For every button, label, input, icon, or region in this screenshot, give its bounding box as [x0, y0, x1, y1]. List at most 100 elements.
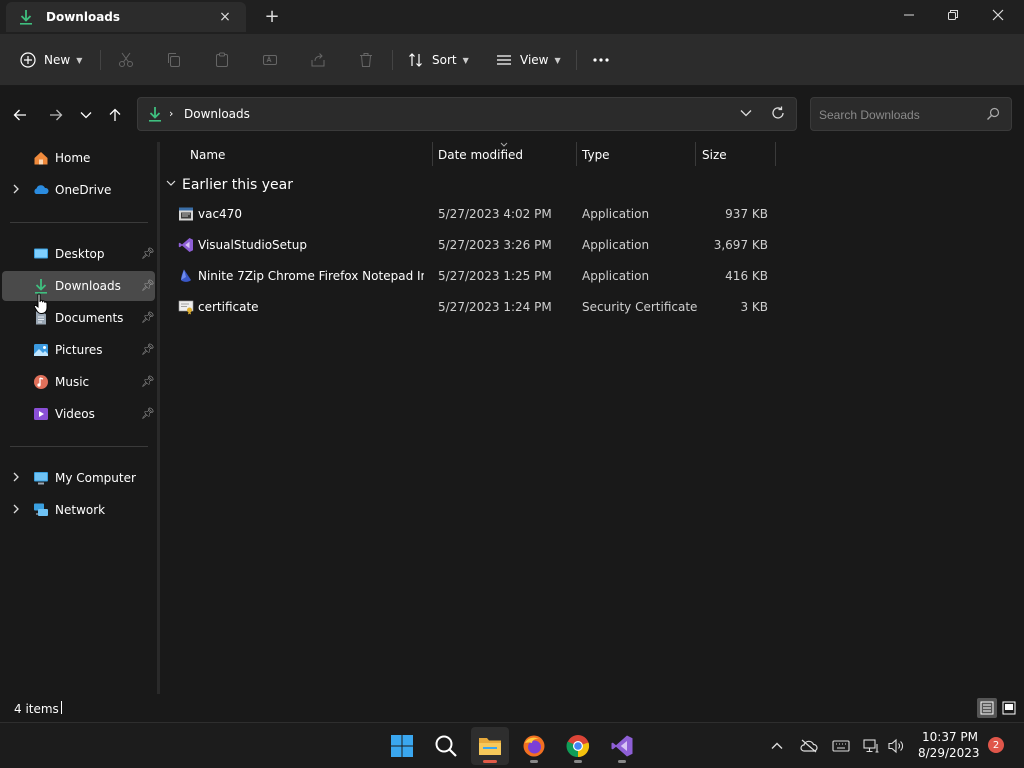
- sidebar-item-downloads[interactable]: Downloads 📌︎: [2, 271, 155, 301]
- sidebar-item-desktop[interactable]: Desktop 📌︎: [2, 239, 155, 269]
- share-button[interactable]: [306, 48, 330, 72]
- chevron-right-icon[interactable]: [12, 472, 20, 485]
- forward-button[interactable]: [45, 104, 67, 126]
- start-button[interactable]: [383, 727, 421, 765]
- sort-label: Sort: [432, 53, 457, 67]
- new-tab-button[interactable]: +: [262, 6, 282, 27]
- sidebar-item-pictures[interactable]: Pictures 📌︎: [2, 335, 155, 365]
- column-header-name[interactable]: Name: [160, 142, 432, 168]
- copy-icon: [168, 53, 180, 67]
- column-header-type[interactable]: Type: [576, 142, 695, 168]
- column-header-label: Date modified: [438, 148, 524, 162]
- back-button[interactable]: [9, 104, 31, 126]
- videos-icon: [33, 406, 49, 422]
- minimize-button[interactable]: [894, 4, 924, 26]
- sidebar-item-network[interactable]: Network: [2, 495, 155, 525]
- file-type: Application: [582, 238, 650, 252]
- column-header-size[interactable]: Size: [695, 142, 775, 168]
- breadcrumb-downloads[interactable]: Downloads: [184, 107, 250, 121]
- file-date: 5/27/2023 4:02 PM: [438, 207, 552, 221]
- column-divider[interactable]: [775, 142, 776, 166]
- file-row[interactable]: VisualStudioSetup 5/27/2023 3:26 PM Appl…: [160, 230, 780, 261]
- volume-tray-button[interactable]: [885, 735, 907, 757]
- search-box[interactable]: [810, 97, 1012, 131]
- pin-icon[interactable]: 📌︎: [141, 247, 155, 260]
- hand-cursor-icon: [33, 293, 48, 314]
- command-bar: New ▼ Sort ▼ View ▼: [0, 34, 1024, 86]
- firefox-icon: [523, 735, 545, 757]
- sidebar-item-videos[interactable]: Videos 📌︎: [2, 399, 155, 429]
- new-button[interactable]: New ▼: [20, 46, 82, 74]
- onedrive-tray-button[interactable]: [798, 735, 820, 757]
- details-view-button[interactable]: [977, 698, 997, 718]
- cloud-offline-icon: [800, 739, 818, 753]
- file-name: Ninite 7Zip Chrome Firefox Notepad Inst.…: [198, 269, 424, 283]
- search-input[interactable]: [819, 106, 979, 124]
- restore-icon: [948, 10, 958, 20]
- computer-icon: [33, 470, 49, 486]
- sidebar-item-music[interactable]: Music 📌︎: [2, 367, 155, 397]
- speaker-icon: [888, 738, 903, 754]
- copy-button[interactable]: [162, 48, 186, 72]
- share-icon: [311, 53, 325, 67]
- sidebar-item-onedrive[interactable]: OneDrive: [2, 175, 155, 205]
- clock-date: 8/29/2023: [918, 746, 980, 760]
- taskbar-search-button[interactable]: [427, 727, 465, 765]
- separator: [576, 50, 577, 70]
- sidebar-item-documents[interactable]: Documents 📌︎: [2, 303, 155, 333]
- paste-button[interactable]: [210, 48, 234, 72]
- clock[interactable]: 10:37 PM 8/29/2023: [918, 729, 980, 761]
- group-header[interactable]: Earlier this year: [166, 177, 293, 193]
- chevron-right-icon[interactable]: [12, 184, 20, 197]
- chevron-right-icon[interactable]: [12, 504, 20, 517]
- view-button[interactable]: View ▼: [496, 46, 561, 74]
- taskbar-firefox[interactable]: [515, 727, 553, 765]
- column-header-date-modified[interactable]: Date modified: [432, 142, 576, 168]
- close-window-button[interactable]: [983, 4, 1013, 26]
- cut-button[interactable]: [114, 48, 138, 72]
- tab-close-button[interactable]: ×: [216, 8, 234, 26]
- taskbar: 10:37 PM 8/29/2023 2: [0, 722, 1024, 768]
- up-button[interactable]: [104, 104, 126, 126]
- tiles-view-button[interactable]: [999, 698, 1019, 718]
- sidebar-item-my-computer[interactable]: My Computer: [2, 463, 155, 493]
- taskbar-file-explorer[interactable]: [471, 727, 509, 765]
- divider: [10, 446, 148, 447]
- notification-badge[interactable]: 2: [988, 737, 1004, 753]
- restore-button[interactable]: [938, 4, 968, 26]
- arrow-left-icon: [13, 109, 26, 121]
- taskbar-visual-studio[interactable]: [603, 727, 641, 765]
- network-tray-button[interactable]: [861, 735, 883, 757]
- taskbar-chrome[interactable]: [559, 727, 597, 765]
- chevron-down-icon: [166, 180, 176, 190]
- network-wired-icon: [863, 739, 879, 753]
- file-row[interactable]: vac470 5/27/2023 4:02 PM Application 937…: [160, 199, 780, 230]
- refresh-button[interactable]: [770, 105, 786, 124]
- keyboard-tray-button[interactable]: [830, 735, 852, 757]
- pin-icon[interactable]: 📌︎: [141, 311, 155, 324]
- sidebar-item-home[interactable]: Home: [2, 143, 155, 173]
- refresh-icon: [772, 106, 784, 119]
- pin-icon[interactable]: 📌︎: [141, 407, 155, 420]
- pin-icon[interactable]: 📌︎: [141, 375, 155, 388]
- tab-downloads[interactable]: Downloads ×: [6, 2, 246, 32]
- rename-button[interactable]: [258, 48, 282, 72]
- chevron-down-icon: ▼: [554, 55, 561, 65]
- column-header-label: Size: [702, 148, 727, 162]
- pin-icon[interactable]: 📌︎: [141, 279, 155, 292]
- delete-button[interactable]: [354, 48, 378, 72]
- file-row[interactable]: certificate 5/27/2023 1:24 PM Security C…: [160, 292, 780, 323]
- file-explorer-icon: [479, 738, 501, 755]
- address-bar[interactable]: › Downloads: [137, 97, 797, 131]
- address-dropdown-button[interactable]: [740, 106, 752, 120]
- pin-icon[interactable]: 📌︎: [141, 343, 155, 356]
- recent-locations-button[interactable]: [75, 104, 97, 126]
- show-hidden-icons-button[interactable]: [766, 735, 788, 757]
- search-icon: [986, 107, 1000, 124]
- network-icon: [33, 502, 49, 518]
- cut-icon: [119, 52, 133, 67]
- sort-button[interactable]: Sort ▼: [408, 46, 469, 74]
- download-icon: [148, 106, 162, 125]
- file-row[interactable]: Ninite 7Zip Chrome Firefox Notepad Inst.…: [160, 261, 780, 292]
- more-options-button[interactable]: [589, 48, 613, 72]
